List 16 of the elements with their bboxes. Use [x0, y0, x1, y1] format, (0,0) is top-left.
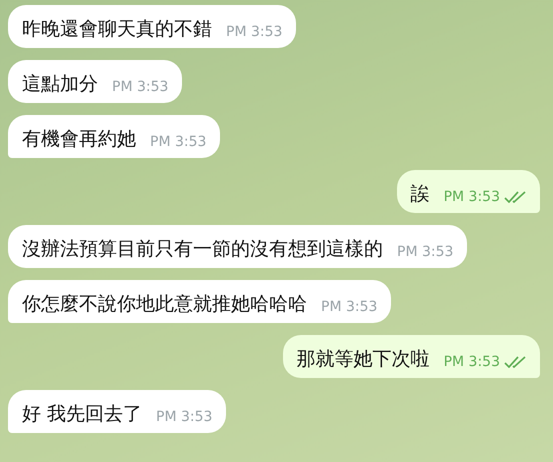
message-time: PM 3:53: [150, 133, 206, 152]
message-text: 這點加分: [22, 72, 98, 97]
message-text: 有機會再約她: [22, 127, 136, 152]
message-time: PM 3:53: [156, 408, 212, 427]
message-text: 好 我先回去了: [22, 402, 142, 427]
message-time: PM 3:53: [397, 243, 454, 262]
message-time: PM 3:53: [226, 23, 282, 42]
message-text: 誒: [410, 182, 430, 207]
message-text: 昨晚還會聊天真的不錯: [22, 17, 212, 42]
message-text: 沒辦法預算目前只有一節的沒有想到這樣的: [22, 237, 383, 262]
message-time: PM 3:53: [444, 353, 500, 372]
message-time: PM 3:53: [444, 188, 500, 207]
message-text: 那就等她下次啦: [296, 347, 430, 372]
message-time: PM 3:53: [321, 298, 378, 317]
message-text: 你怎麼不說你地此意就推她哈哈哈: [22, 292, 307, 317]
message-time: PM 3:53: [112, 78, 168, 97]
